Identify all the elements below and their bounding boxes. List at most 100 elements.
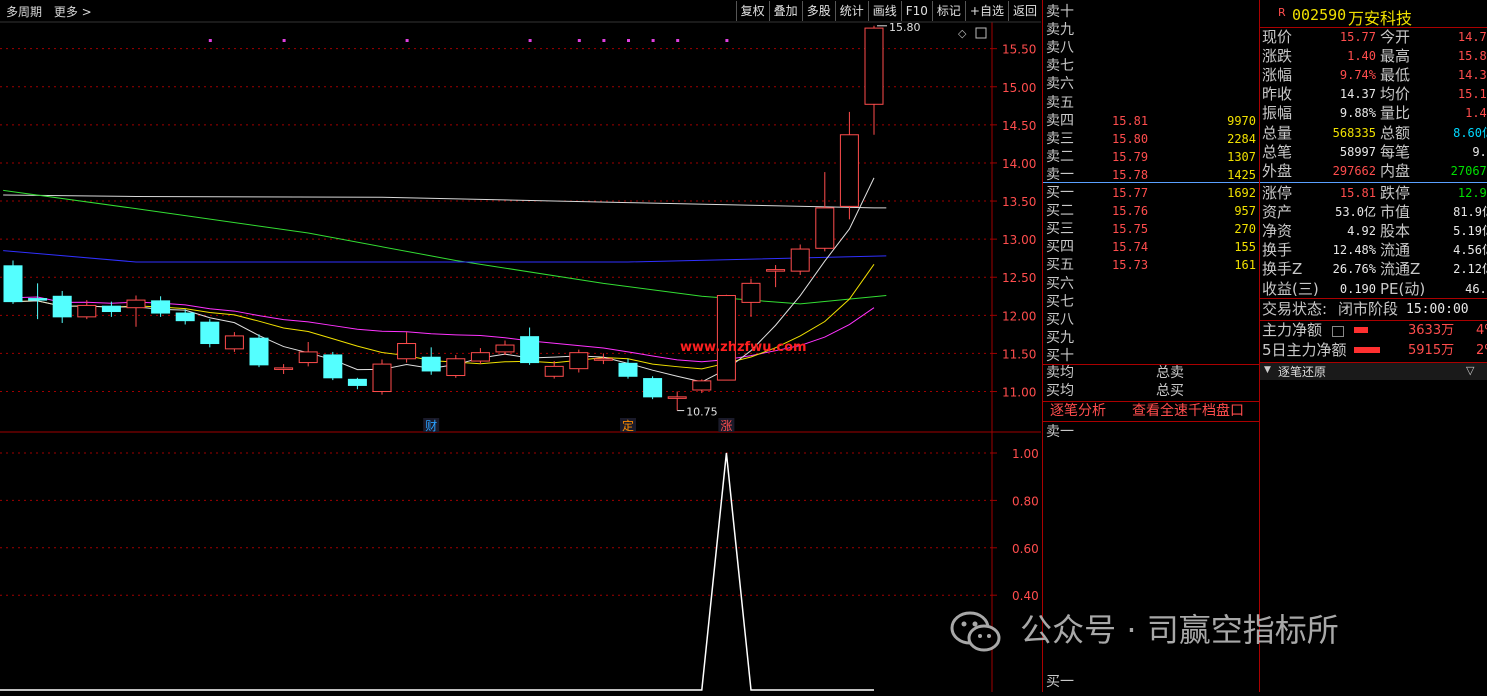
candle-up xyxy=(569,352,589,370)
chart-area[interactable]: 15.50 15.00 14.50 14.00 13.50 13.00 12.50 12.00… xyxy=(0,0,1041,692)
price-axis-label: 12.00 xyxy=(1002,309,1036,323)
quote-value: 15.77 xyxy=(1339,30,1376,44)
level-label: 买十 xyxy=(1046,347,1074,364)
event-marker: 财 xyxy=(425,419,437,433)
quote-label: 换手Z xyxy=(1262,260,1303,279)
candle-up xyxy=(815,207,835,249)
level-price: 15.76 xyxy=(1112,204,1149,219)
bid-level-row[interactable]: 买八 xyxy=(1046,311,1258,329)
bottom-buy-one-label: 买一 xyxy=(1046,674,1074,690)
avg-buy-row: 买均 总买 xyxy=(1046,382,1258,400)
bid-level-row[interactable]: 买六 xyxy=(1046,275,1258,293)
price-axis-label: 13.00 xyxy=(1002,233,1036,247)
quote-label: 总量 xyxy=(1262,123,1293,142)
site-watermark: www.zhzfwu.com xyxy=(680,340,807,355)
ask-level-row[interactable]: 卖四 15.81 9970 xyxy=(1046,112,1258,130)
quote-value: 5.19亿 xyxy=(1453,224,1487,239)
bid-level-row[interactable]: 买十 xyxy=(1046,347,1258,365)
quote-value: 81.9亿 xyxy=(1453,205,1487,220)
main-net-5d-bar xyxy=(1354,347,1380,353)
high-label: 15.80 xyxy=(889,21,921,34)
candle-down xyxy=(323,354,343,379)
level-price: 15.78 xyxy=(1112,167,1149,182)
quote-divider-mid xyxy=(1260,182,1487,183)
bid-level-row[interactable]: 买三 15.75 270 xyxy=(1046,220,1258,238)
level-price: 15.77 xyxy=(1112,186,1149,200)
candle-down xyxy=(101,305,121,313)
signal-dot xyxy=(725,39,729,42)
quote-value: 12.48% xyxy=(1332,243,1376,258)
main-net-info-icon[interactable] xyxy=(1332,326,1344,337)
sub-indicator-line xyxy=(0,452,874,691)
candle-up xyxy=(864,27,884,105)
candle-up xyxy=(790,248,810,272)
ask-level-row[interactable]: 卖九 xyxy=(1046,21,1258,39)
quote-value: 26.76% xyxy=(1332,262,1376,277)
settings-funnel-icon[interactable]: ▽ xyxy=(1466,364,1474,377)
quote-label: 总额 xyxy=(1380,123,1411,142)
level-price: 15.73 xyxy=(1112,258,1149,273)
candle-down xyxy=(52,295,72,318)
level-label: 买三 xyxy=(1046,221,1074,238)
kline-chart[interactable]: 15.50 15.00 14.50 14.00 13.50 13.00 12.50 12.00… xyxy=(0,0,1041,692)
bid-level-row[interactable]: 买五 15.73 161 xyxy=(1046,256,1258,274)
quote-label: 跌停 xyxy=(1380,184,1411,202)
quote-label: 换手 xyxy=(1262,241,1293,260)
total-buy-label: 总买 xyxy=(1156,383,1184,399)
quote-label: 每笔 xyxy=(1380,142,1411,161)
level-volume: 270 xyxy=(1234,222,1256,237)
quote-value: 58997 xyxy=(1339,144,1376,159)
bid-level-row[interactable]: 买九 xyxy=(1046,329,1258,347)
main-net-value: 3633万 xyxy=(1408,323,1455,338)
ask-level-row[interactable]: 卖二 15.79 1307 xyxy=(1046,148,1258,166)
quote-label: 今开 xyxy=(1380,28,1411,46)
level-volume: 155 xyxy=(1234,240,1256,255)
level-label: 买二 xyxy=(1046,203,1074,220)
quote-label: 总笔 xyxy=(1262,142,1293,161)
candle-up xyxy=(839,134,859,207)
candle-up xyxy=(766,269,786,272)
ask-level-row[interactable]: 卖八 xyxy=(1046,39,1258,57)
quote-label: 最低 xyxy=(1380,66,1411,85)
candle-down xyxy=(643,378,663,398)
tick-analysis-link[interactable]: 逐笔分析 xyxy=(1050,402,1106,420)
sub-axis-label: 1.00 xyxy=(1012,447,1039,461)
quote-value: 568335 xyxy=(1332,125,1376,140)
order-book-panel: 卖均 总卖 买均 总买 逐笔分析 查看全速千档盘口 卖一 买一 卖十 卖九 卖八 卖七… xyxy=(1042,0,1259,692)
sub-axis-label: 0.60 xyxy=(1012,542,1039,556)
ask-level-row[interactable]: 卖五 xyxy=(1046,94,1258,112)
avg-sell-row: 卖均 总卖 xyxy=(1046,364,1258,382)
ask-level-row[interactable]: 卖六 xyxy=(1046,75,1258,93)
event-marker: 涨 xyxy=(720,418,732,433)
bottom-sell-one-label: 卖一 xyxy=(1046,424,1074,440)
tick-restore-header[interactable]: ▼ 逐笔还原 ▽ xyxy=(1260,363,1487,380)
main-net-5d-label: 5日主力净额 xyxy=(1262,341,1347,359)
orderbook-divider-3 xyxy=(1043,421,1259,422)
bid-level-row[interactable]: 买二 15.76 957 xyxy=(1046,202,1258,220)
collapse-arrow-icon[interactable]: ▼ xyxy=(1264,365,1271,375)
main-net-5d-row: 5日主力净额 5915万 2% xyxy=(1262,341,1487,360)
ask-level-row[interactable]: 卖一 15.78 1425 xyxy=(1046,166,1258,184)
quote-panel: R 002590 万安科技 交易状态: 闭市阶段 15:00:00 主力净额 3… xyxy=(1259,0,1487,692)
bid-level-row[interactable]: 买一 15.77 1692 xyxy=(1046,184,1258,202)
ask-level-row[interactable]: 卖三 15.80 2284 xyxy=(1046,130,1258,148)
main-net-pct: 4% xyxy=(1476,323,1487,338)
quote-label: 资产 xyxy=(1262,203,1293,222)
candle-up xyxy=(667,396,687,399)
signal-dot xyxy=(577,39,581,42)
level-label: 买七 xyxy=(1046,293,1074,310)
candle-up xyxy=(544,365,564,377)
quote-label: 最高 xyxy=(1380,47,1411,66)
candle-down xyxy=(3,265,23,303)
bid-level-row[interactable]: 买四 15.74 155 xyxy=(1046,238,1258,256)
candle-down xyxy=(249,337,269,366)
ask-level-row[interactable]: 卖十 xyxy=(1046,3,1258,21)
bid-level-row[interactable]: 买七 xyxy=(1046,293,1258,311)
full-depth-link[interactable]: 查看全速千档盘口 xyxy=(1132,402,1244,420)
quote-value: 14.38 xyxy=(1457,68,1487,83)
avg-buy-label: 买均 xyxy=(1046,383,1074,399)
level-label: 卖三 xyxy=(1046,130,1074,147)
candle-up xyxy=(692,380,712,391)
candle-up xyxy=(298,351,318,364)
ask-level-row[interactable]: 卖七 xyxy=(1046,57,1258,75)
